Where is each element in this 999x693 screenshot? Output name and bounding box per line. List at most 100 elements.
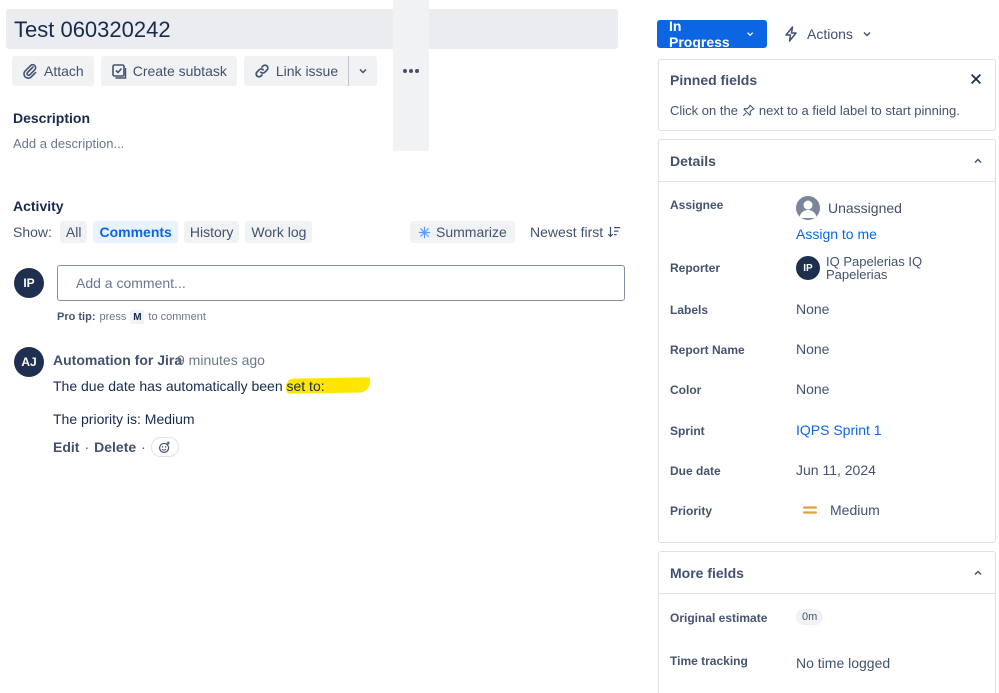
description-field[interactable]: Add a description...: [13, 136, 124, 151]
labels-value[interactable]: None: [796, 301, 829, 317]
original-estimate-value[interactable]: 0m: [796, 609, 824, 625]
lightning-icon: [785, 26, 797, 42]
color-value[interactable]: None: [796, 381, 829, 397]
subtask-icon: [111, 64, 126, 79]
assignee-name: Unassigned: [828, 200, 902, 216]
estimate-badge: 0m: [796, 609, 824, 625]
attach-button[interactable]: Attach: [12, 56, 94, 86]
filter-work-log[interactable]: Work log: [245, 221, 313, 243]
color-row: Color None: [670, 381, 984, 397]
create-subtask-button[interactable]: Create subtask: [100, 56, 237, 86]
pro-tip-post: to comment: [148, 311, 206, 323]
assignee-value[interactable]: Unassigned: [796, 196, 902, 220]
sort-label: Newest first: [530, 224, 604, 240]
comment-author[interactable]: Automation for Jira: [53, 352, 182, 368]
separator: ·: [141, 439, 146, 455]
pinned-hint-before: Click on the: [670, 103, 738, 118]
more-fields-header[interactable]: More fields: [659, 552, 995, 594]
time-tracking-row: Time tracking No time logged: [670, 652, 984, 671]
comment-author-avatar[interactable]: AJ: [14, 347, 44, 377]
description-heading: Description: [13, 110, 91, 126]
issue-title[interactable]: Test 060320242: [6, 9, 618, 49]
priority-label: Priority: [670, 504, 713, 518]
link-issue-button[interactable]: Link issue: [243, 56, 349, 86]
emoji-add-icon: [159, 440, 171, 453]
chevron-down-icon: [863, 31, 871, 37]
reporter-label: Reporter: [670, 261, 721, 275]
chevron-up-icon: [974, 157, 982, 163]
reporter-row: Reporter IP IQ Papelerias IQ Papelerias: [670, 255, 984, 281]
details-header[interactable]: Details: [659, 140, 995, 182]
attach-label: Attach: [44, 63, 84, 79]
status-dropdown[interactable]: In Progress: [657, 18, 767, 50]
sprint-row: Sprint IQPS Sprint 1: [670, 422, 984, 438]
delete-comment-link[interactable]: Delete: [94, 439, 136, 455]
actions-label: Actions: [807, 26, 853, 42]
link-icon: [255, 64, 269, 78]
color-label: Color: [670, 383, 702, 397]
priority-name: Medium: [830, 502, 880, 518]
summarize-label: Summarize: [436, 224, 507, 240]
report-name-label: Report Name: [670, 343, 745, 357]
more-actions-button[interactable]: [393, 0, 430, 151]
original-estimate-row: Original estimate 0m: [670, 609, 984, 625]
paperclip-icon: [23, 63, 37, 79]
assignee-row: Assignee Unassigned Assign to me: [670, 196, 984, 242]
priority-row: Priority Medium: [670, 502, 984, 518]
ellipsis-icon: [403, 69, 420, 73]
due-date-label: Due date: [670, 464, 721, 478]
link-issue-label: Link issue: [275, 63, 339, 79]
unassigned-avatar-icon: [796, 196, 820, 220]
close-pinned-button[interactable]: [969, 72, 983, 91]
comment-text-line2: The priority is: Medium: [53, 411, 195, 427]
summarize-button[interactable]: Summarize: [410, 221, 515, 243]
sort-icon: [608, 226, 621, 238]
priority-value[interactable]: Medium: [802, 502, 880, 518]
sprint-value[interactable]: IQPS Sprint 1: [796, 422, 882, 438]
keyboard-key: M: [130, 310, 145, 324]
pin-icon: [742, 104, 755, 117]
comment-timestamp[interactable]: 9 minutes ago: [177, 352, 265, 368]
assign-to-me-link[interactable]: Assign to me: [796, 226, 902, 242]
issue-toolbar: Attach Create subtask Link issue: [12, 0, 436, 151]
due-date-value[interactable]: Jun 11, 2024: [796, 462, 876, 478]
reporter-name-line2: Papelerias: [826, 267, 888, 282]
activity-filter-bar: Show: All Comments History Work log: [13, 220, 318, 244]
priority-medium-icon: [802, 506, 818, 514]
sparkle-icon: [418, 226, 431, 238]
add-reaction-button[interactable]: [150, 437, 179, 457]
chevron-up-icon: [974, 569, 982, 575]
close-icon: [971, 74, 981, 84]
filter-history[interactable]: History: [183, 221, 240, 243]
actions-dropdown[interactable]: Actions: [783, 20, 873, 48]
separator: ·: [84, 439, 90, 455]
comment-actions: Edit · Delete ·: [53, 437, 179, 457]
link-issue-dropdown[interactable]: [348, 56, 378, 86]
report-name-row: Report Name None: [670, 341, 984, 357]
chevron-down-icon: [359, 68, 367, 74]
edit-comment-link[interactable]: Edit: [53, 439, 79, 455]
time-tracking-value[interactable]: No time logged: [796, 652, 890, 671]
original-estimate-label: Original estimate: [670, 611, 768, 625]
filter-all[interactable]: All: [59, 221, 88, 243]
current-user-avatar: IP: [14, 268, 44, 298]
sprint-label: Sprint: [670, 424, 705, 438]
filter-comments[interactable]: Comments: [93, 221, 178, 243]
show-label: Show:: [13, 224, 52, 240]
pro-tip-label: Pro tip:: [57, 311, 96, 323]
pro-tip-pre: press: [99, 311, 127, 323]
sort-order-button[interactable]: Newest first: [530, 221, 621, 243]
report-name-value[interactable]: None: [796, 341, 829, 357]
reporter-avatar: IP: [796, 256, 820, 280]
pinned-fields-panel: Pinned fields Click on the next to a fie…: [658, 59, 996, 131]
reporter-value[interactable]: IP IQ Papelerias IQ Papelerias: [796, 255, 922, 281]
labels-row: Labels None: [670, 301, 984, 317]
more-fields-title: More fields: [670, 564, 744, 581]
status-label: In Progress: [669, 18, 730, 50]
pinned-fields-title: Pinned fields: [670, 72, 758, 88]
details-title: Details: [670, 152, 716, 169]
pinned-hint-after: next to a field label to start pinning.: [758, 103, 960, 118]
comment-input[interactable]: Add a comment...: [57, 265, 625, 301]
labels-label: Labels: [670, 303, 709, 317]
comment-text-line1: The due date has automatically been set …: [53, 378, 325, 394]
